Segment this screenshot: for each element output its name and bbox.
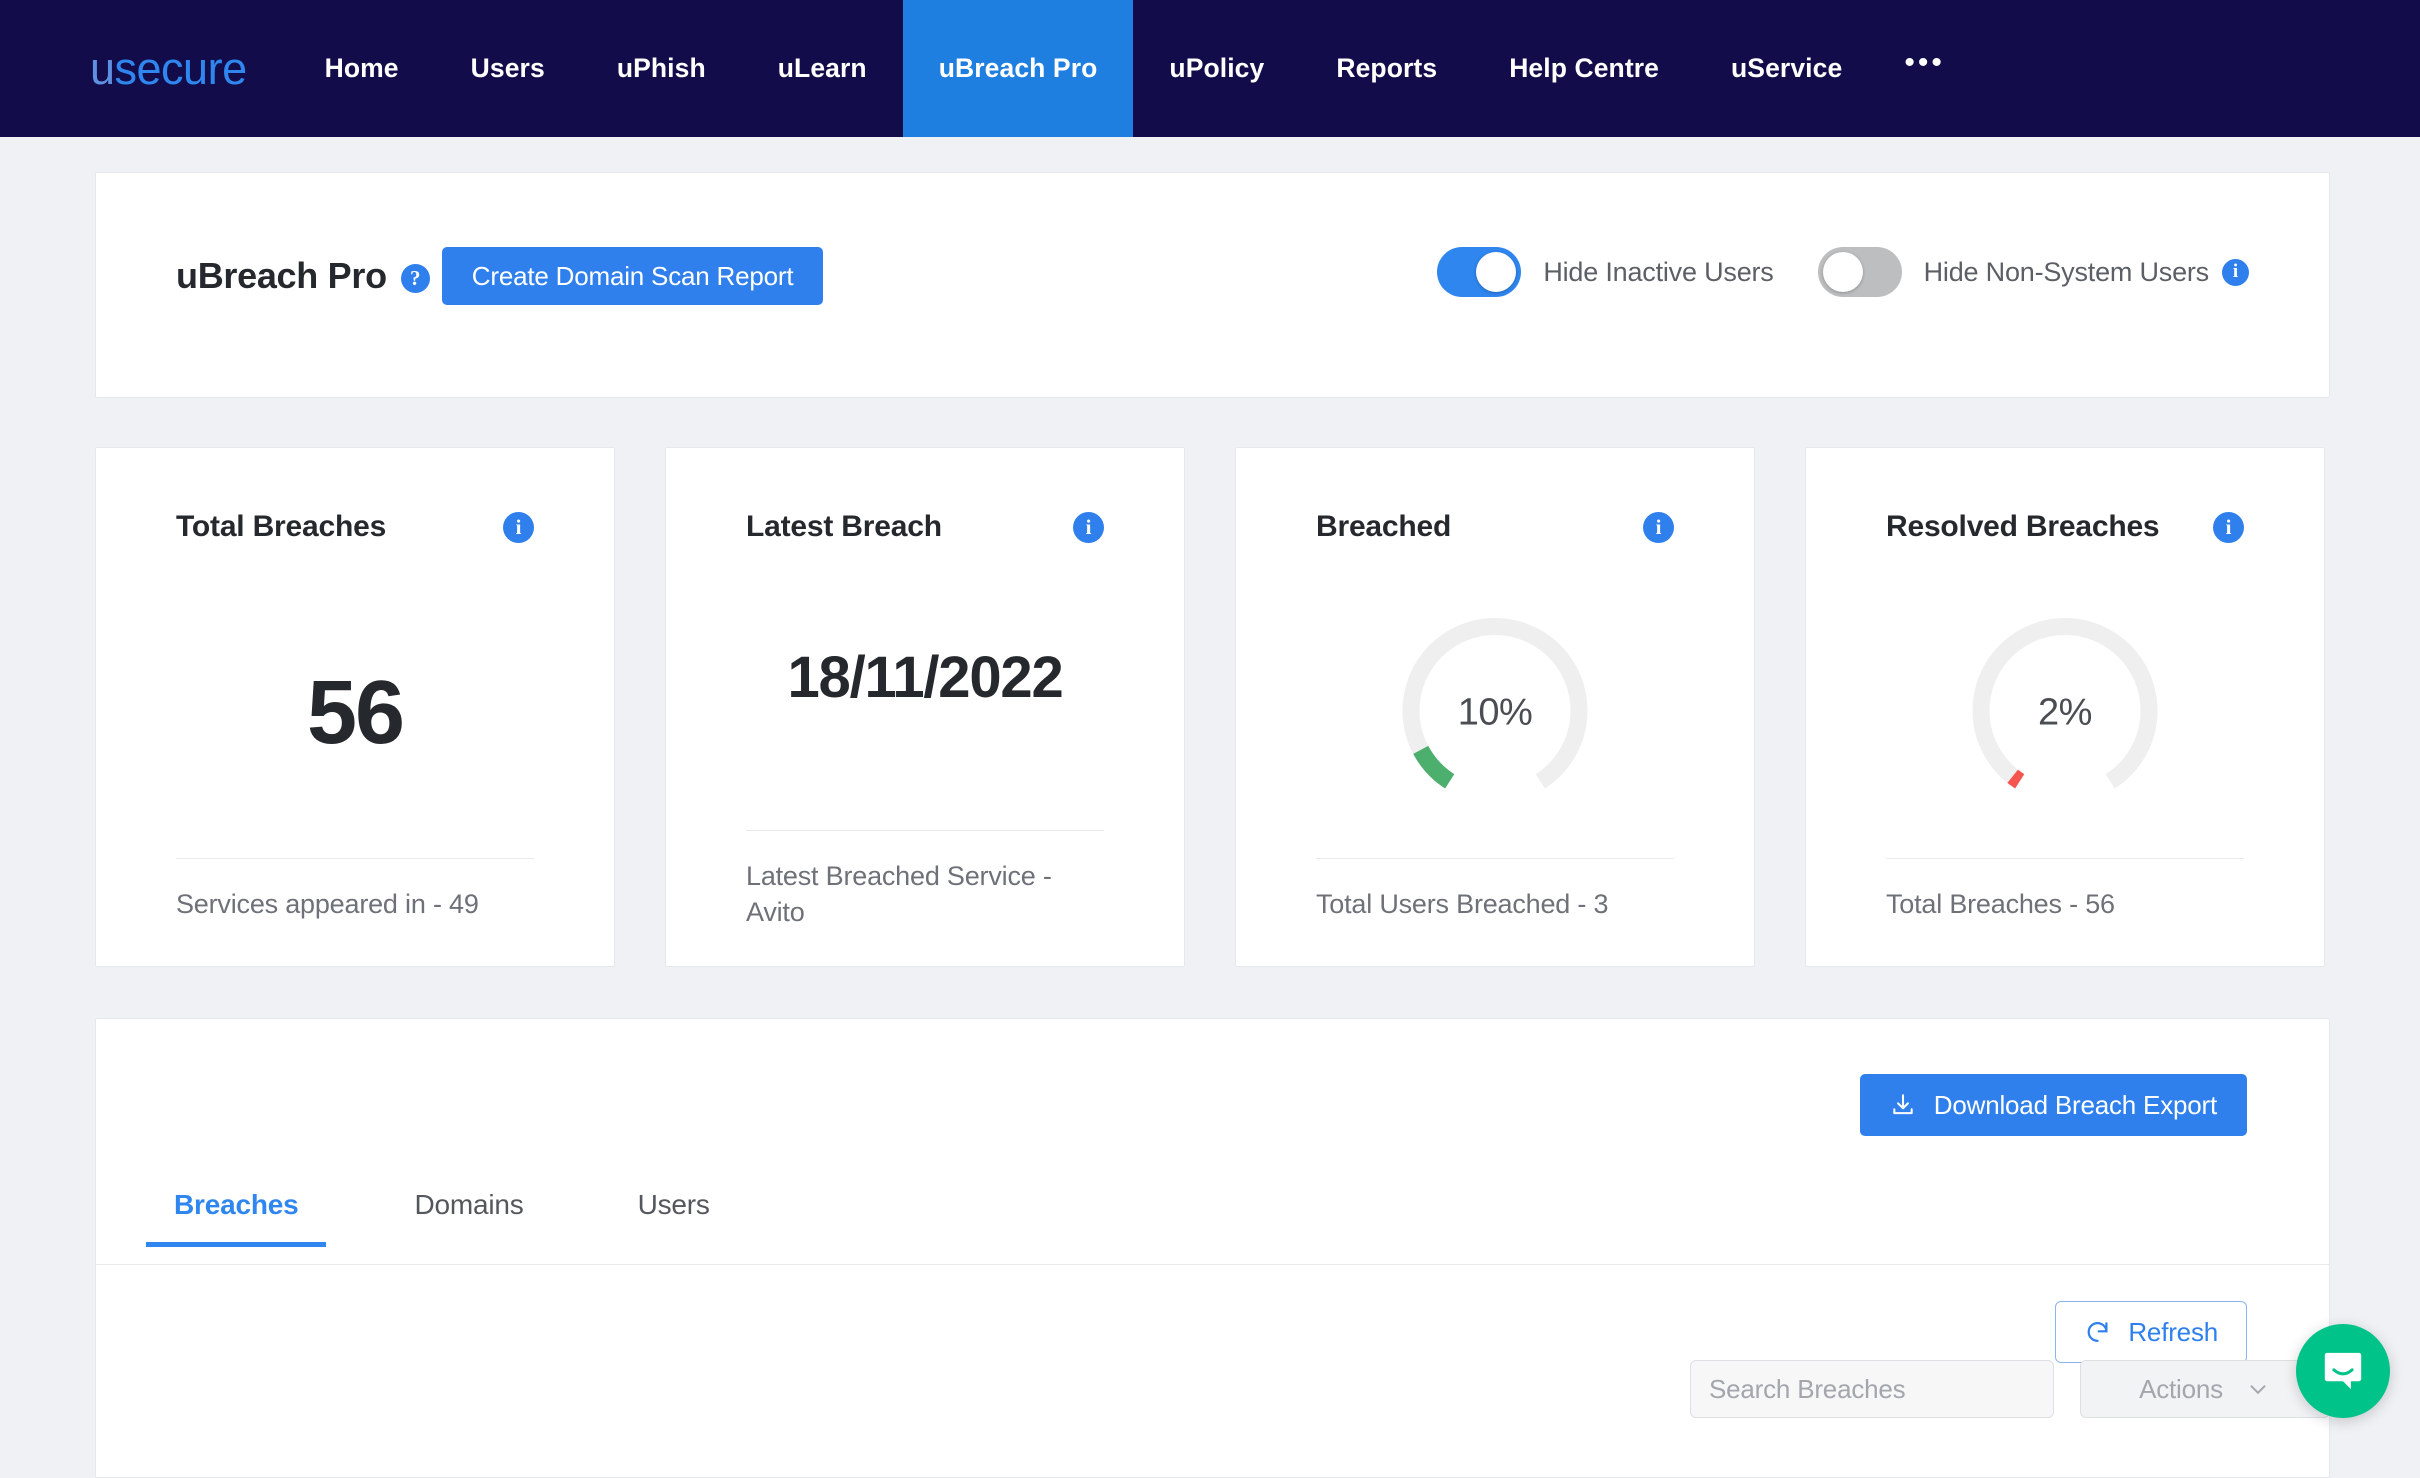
tab-domains[interactable]: Domains bbox=[386, 1179, 551, 1221]
divider bbox=[746, 830, 1104, 831]
nav-item-help-centre[interactable]: Help Centre bbox=[1473, 0, 1695, 137]
actions-label: Actions bbox=[2139, 1374, 2223, 1405]
refresh-button-label: Refresh bbox=[2128, 1317, 2218, 1348]
refresh-icon bbox=[2084, 1318, 2112, 1346]
card-header: Latest Breach i bbox=[746, 510, 1104, 544]
card-body: 2% bbox=[1806, 578, 2324, 848]
nav-item-users[interactable]: Users bbox=[435, 0, 581, 137]
chat-bubble-icon bbox=[2318, 1346, 2368, 1396]
chevron-down-icon bbox=[2245, 1376, 2271, 1402]
actions-dropdown[interactable]: Actions bbox=[2080, 1360, 2330, 1418]
card-footer-text: Total Breaches - 56 bbox=[1886, 886, 2254, 922]
nav-item-home[interactable]: Home bbox=[289, 0, 435, 137]
breached-gauge: 10% bbox=[1397, 615, 1593, 811]
info-icon[interactable]: i bbox=[1643, 512, 1674, 543]
stat-card-total-breaches: Total Breaches i 56 Services appeared in… bbox=[95, 447, 615, 967]
latest-breach-value: 18/11/2022 bbox=[787, 649, 1062, 707]
hide-inactive-users-label: Hide Inactive Users bbox=[1543, 257, 1773, 288]
card-header: Breached i bbox=[1316, 510, 1674, 544]
search-breaches-field[interactable] bbox=[1690, 1360, 2054, 1418]
download-icon bbox=[1890, 1092, 1916, 1118]
breached-percent-value: 10% bbox=[1397, 692, 1593, 735]
hide-inactive-users-toggle[interactable] bbox=[1437, 247, 1521, 297]
hide-non-system-users-label: Hide Non-System Users bbox=[1924, 257, 2209, 288]
stat-card-resolved-breaches: Resolved Breaches i 2% Total Breaches - … bbox=[1805, 447, 2325, 967]
toggle-knob bbox=[1476, 252, 1516, 292]
card-body: 56 bbox=[96, 578, 614, 848]
resolved-breaches-gauge: 2% bbox=[1967, 615, 2163, 811]
card-body: 18/11/2022 bbox=[666, 558, 1184, 798]
nav-item-uphish[interactable]: uPhish bbox=[581, 0, 742, 137]
card-title: Resolved Breaches bbox=[1886, 510, 2159, 544]
download-breach-export-button[interactable]: Download Breach Export bbox=[1860, 1074, 2247, 1136]
hide-inactive-users-group: Hide Inactive Users bbox=[1437, 247, 1773, 297]
info-icon[interactable]: i bbox=[1073, 512, 1104, 543]
card-title: Breached bbox=[1316, 510, 1451, 544]
page-header-panel: uBreach Pro ? Create Domain Scan Report … bbox=[95, 172, 2330, 398]
tab-users[interactable]: Users bbox=[610, 1179, 738, 1221]
chat-widget-button[interactable] bbox=[2296, 1324, 2390, 1418]
nav-overflow-menu-icon[interactable]: ••• bbox=[1878, 0, 1971, 137]
card-header: Total Breaches i bbox=[176, 510, 534, 544]
create-domain-scan-report-button[interactable]: Create Domain Scan Report bbox=[442, 247, 824, 305]
nav-item-ubreach-pro[interactable]: uBreach Pro bbox=[903, 0, 1134, 137]
info-icon[interactable]: i bbox=[503, 512, 534, 543]
search-input[interactable] bbox=[1709, 1374, 2044, 1405]
divider bbox=[1886, 858, 2244, 859]
nav-item-reports[interactable]: Reports bbox=[1300, 0, 1473, 137]
usecure-logo[interactable]: u secure bbox=[90, 0, 247, 137]
download-button-label: Download Breach Export bbox=[1934, 1090, 2217, 1121]
nav-item-upolicy[interactable]: uPolicy bbox=[1133, 0, 1300, 137]
hide-non-system-users-group: Hide Non-System Users i bbox=[1818, 247, 2249, 297]
card-header: Resolved Breaches i bbox=[1886, 510, 2244, 544]
page-title: uBreach Pro bbox=[176, 255, 387, 297]
nav-item-ulearn[interactable]: uLearn bbox=[742, 0, 903, 137]
total-breaches-value: 56 bbox=[307, 668, 403, 758]
card-footer-text: Services appeared in - 49 bbox=[176, 886, 544, 922]
nav-item-uservice[interactable]: uService bbox=[1695, 0, 1878, 137]
divider bbox=[176, 858, 534, 859]
hide-non-system-users-toggle[interactable] bbox=[1818, 247, 1902, 297]
stat-card-latest-breach: Latest Breach i 18/11/2022 Latest Breach… bbox=[665, 447, 1185, 967]
info-icon[interactable]: i bbox=[2222, 259, 2249, 286]
top-navbar: u secure Home Users uPhish uLearn uBreac… bbox=[0, 0, 2420, 137]
stat-card-breached: Breached i 10% Total Users Breached - 3 bbox=[1235, 447, 1755, 967]
card-footer-text: Total Users Breached - 3 bbox=[1316, 886, 1684, 922]
page-header-toggles: Hide Inactive Users Hide Non-System User… bbox=[1437, 247, 2249, 297]
table-tabs: Breaches Domains Users bbox=[96, 1179, 2329, 1265]
info-icon[interactable]: i bbox=[2213, 512, 2244, 543]
help-circle-icon[interactable]: ? bbox=[401, 264, 430, 293]
card-footer-text: Latest Breached Service - Avito bbox=[746, 858, 1114, 931]
page-header-left: uBreach Pro ? Create Domain Scan Report bbox=[176, 247, 823, 305]
logo-text-u: u bbox=[90, 43, 115, 95]
toggle-knob bbox=[1823, 252, 1863, 292]
tab-breaches[interactable]: Breaches bbox=[146, 1179, 326, 1221]
card-body: 10% bbox=[1236, 578, 1754, 848]
resolved-percent-value: 2% bbox=[1967, 692, 2163, 735]
refresh-button[interactable]: Refresh bbox=[2055, 1301, 2247, 1363]
logo-text-secure: secure bbox=[115, 43, 247, 95]
card-title: Total Breaches bbox=[176, 510, 386, 544]
card-title: Latest Breach bbox=[746, 510, 942, 544]
divider bbox=[1316, 858, 1674, 859]
